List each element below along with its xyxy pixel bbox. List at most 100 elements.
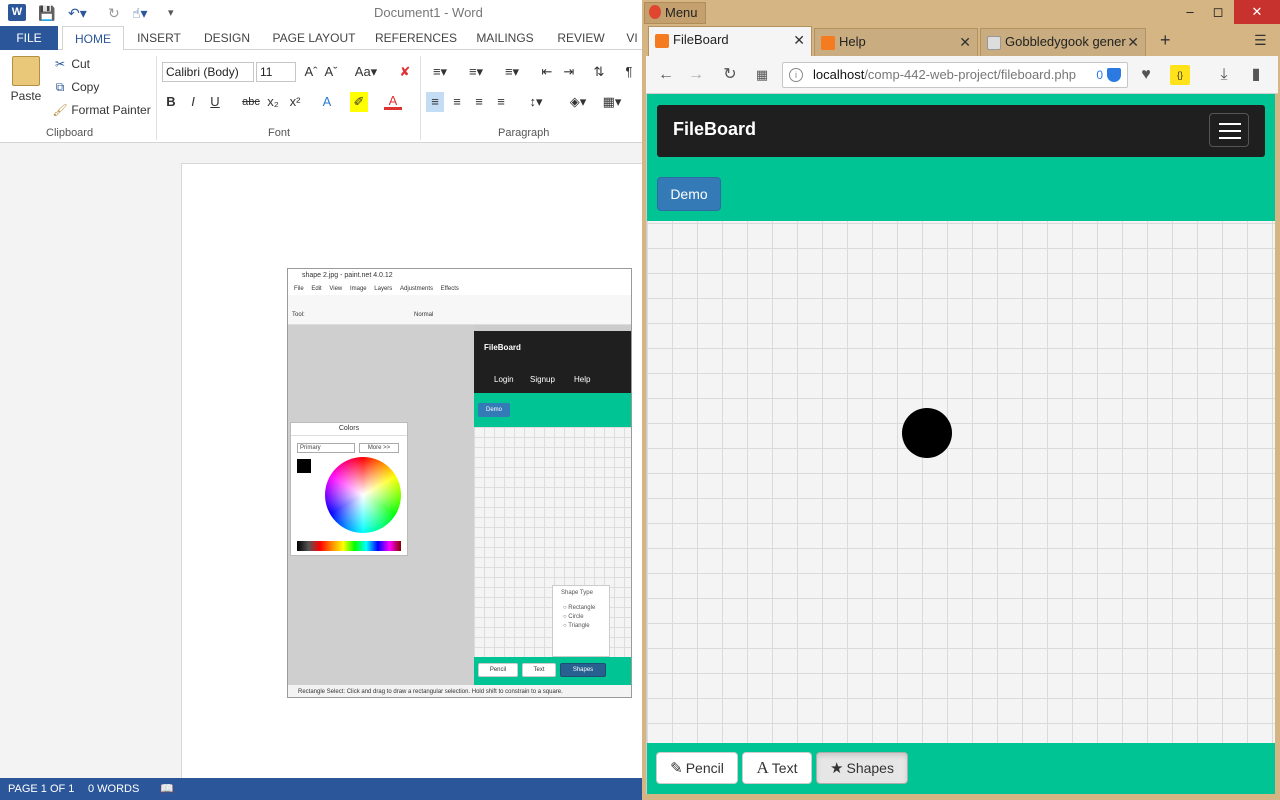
tab-references[interactable]: REFERENCES — [372, 26, 460, 50]
decrease-indent-icon[interactable]: ⇤ — [538, 62, 556, 82]
highlight-icon[interactable]: ✐ — [350, 92, 368, 112]
font-size-combo[interactable]: 11 — [256, 62, 296, 82]
numbering-icon[interactable]: ≡▾ — [464, 62, 488, 82]
justify-icon[interactable]: ≡ — [492, 92, 510, 112]
embedded-screenshot-image[interactable]: shape 2.jpg - paint.net 4.0.12 File Edit… — [287, 268, 632, 698]
shape-option: Rectangle — [568, 605, 596, 611]
undo-icon[interactable]: ↶▾ — [68, 3, 87, 23]
show-marks-icon[interactable]: ¶ — [620, 62, 638, 82]
font-color-icon[interactable]: A — [384, 92, 402, 110]
apps-grid-icon[interactable]: ▦ — [750, 63, 774, 87]
reload-icon[interactable]: ↻ — [718, 63, 742, 87]
paste-button[interactable]: Paste — [8, 56, 44, 116]
cut-button[interactable]: ✂ Cut — [52, 54, 90, 74]
word-count[interactable]: 0 WORDS — [88, 778, 139, 800]
tab-label: Help — [839, 34, 866, 49]
subscript-icon[interactable]: x₂ — [264, 92, 282, 112]
url-bar[interactable]: i localhost/comp-442-web-project/fileboa… — [782, 62, 1128, 88]
tab-gobbledygook[interactable]: Gobbledygook gener ✕ — [980, 28, 1146, 56]
forward-icon[interactable]: → — [684, 63, 708, 87]
text-effects-icon[interactable]: A — [318, 92, 336, 112]
tab-review[interactable]: REVIEW — [552, 26, 610, 50]
paragraph-group-label: Paragraph — [498, 127, 550, 139]
paintnet-tool-label: Tool: — [292, 312, 305, 318]
save-icon[interactable]: 💾 — [38, 3, 55, 23]
download-icon[interactable]: ⤓ — [1212, 63, 1236, 87]
paintnet-status: Rectangle Select: Click and drag to draw… — [288, 685, 631, 697]
embedded-footer: Pencil Text Shapes — [474, 657, 631, 685]
paste-label: Paste — [10, 89, 42, 103]
tool-footer: ✎ Pencil A Text ★ Shapes — [647, 743, 1275, 794]
proofing-icon[interactable]: 📖 — [160, 778, 174, 800]
underline-icon[interactable]: U — [206, 92, 224, 112]
shrink-font-icon[interactable]: Aˇ — [322, 62, 340, 82]
page-count[interactable]: PAGE 1 OF 1 — [8, 778, 74, 800]
shading-icon[interactable]: ◈▾ — [566, 92, 590, 112]
text-button[interactable]: A Text — [742, 752, 812, 784]
pencil-button[interactable]: ✎ Pencil — [656, 752, 738, 784]
embedded-brand: FileBoard — [484, 343, 521, 352]
maximize-icon[interactable]: ◻ — [1200, 0, 1236, 24]
fileboard-navbar: FileBoard — [657, 105, 1265, 157]
touch-mode-icon[interactable]: ☝▾ — [132, 3, 148, 23]
tab-insert[interactable]: INSERT — [132, 26, 186, 50]
tab-close-icon[interactable]: ✕ — [1127, 29, 1139, 55]
back-icon[interactable]: ← — [654, 63, 678, 87]
line-spacing-icon[interactable]: ↕▾ — [524, 92, 548, 112]
borders-icon[interactable]: ▦▾ — [600, 92, 624, 112]
tab-close-icon[interactable]: ✕ — [793, 27, 805, 53]
embedded-green-bar: Demo — [474, 393, 631, 427]
redo-icon[interactable]: ↻ — [108, 3, 120, 23]
paintnet-menu-item: Effects — [440, 286, 459, 292]
firefox-titlebar: Menu – ◻ ✕ — [642, 0, 1280, 26]
battery-icon[interactable]: ▮ — [1244, 63, 1268, 87]
multilevel-list-icon[interactable]: ≡▾ — [500, 62, 524, 82]
word-ribbon: Paste ✂ Cut ⧉ Copy 🖌 Format Painter Clip… — [0, 50, 642, 143]
tab-fileboard[interactable]: FileBoard ✕ — [648, 26, 812, 57]
increase-indent-icon[interactable]: ⇥ — [560, 62, 578, 82]
bold-icon[interactable]: B — [162, 92, 180, 112]
tab-list-icon[interactable]: ☰ — [1254, 32, 1267, 49]
superscript-icon[interactable]: x² — [286, 92, 304, 112]
embedded-pencil-button: Pencil — [478, 663, 518, 677]
shapes-button[interactable]: ★ Shapes — [816, 752, 908, 784]
hamburger-menu-icon[interactable] — [1209, 113, 1249, 147]
customize-qat-icon[interactable]: ▾ — [168, 3, 174, 23]
tab-home[interactable]: HOME — [62, 26, 124, 51]
scissors-icon: ✂ — [54, 57, 66, 71]
tab-help[interactable]: Help ✕ — [814, 28, 978, 56]
grow-font-icon[interactable]: Aˆ — [302, 62, 320, 82]
change-case-icon[interactable]: Aa▾ — [352, 62, 380, 82]
tab-file[interactable]: FILE — [0, 26, 58, 50]
format-painter-label: Format Painter — [71, 103, 151, 117]
align-center-icon[interactable]: ≡ — [448, 92, 466, 112]
sort-icon[interactable]: ⇅ — [590, 62, 608, 82]
copy-button[interactable]: ⧉ Copy — [52, 77, 100, 97]
align-right-icon[interactable]: ≡ — [470, 92, 488, 112]
demo-button[interactable]: Demo — [657, 177, 721, 211]
align-left-icon[interactable]: ≡ — [426, 92, 444, 112]
tab-close-icon[interactable]: ✕ — [959, 29, 971, 55]
clear-formatting-icon[interactable]: ✘ — [396, 62, 414, 82]
new-tab-icon[interactable]: + — [1160, 30, 1171, 51]
italic-icon[interactable]: I — [184, 92, 202, 112]
cut-label: Cut — [71, 57, 91, 71]
font-name-combo[interactable]: Calibri (Body) — [162, 62, 254, 82]
drawing-canvas[interactable] — [647, 221, 1275, 743]
fileboard-brand[interactable]: FileBoard — [673, 119, 756, 140]
url-path: /comp-442-web-project/fileboard.php — [864, 67, 1077, 82]
tab-page-layout[interactable]: PAGE LAYOUT — [268, 26, 360, 50]
bullets-icon[interactable]: ≡▾ — [428, 62, 452, 82]
tab-design[interactable]: DESIGN — [198, 26, 256, 50]
site-info-icon[interactable]: i — [789, 68, 803, 82]
shield-icon[interactable] — [1107, 68, 1121, 82]
colors-panel-title: Colors — [291, 423, 407, 436]
tab-mailings[interactable]: MAILINGS — [470, 26, 540, 50]
strikethrough-icon[interactable]: abc — [240, 92, 262, 112]
format-painter-button[interactable]: 🖌 Format Painter — [52, 100, 151, 120]
heart-icon[interactable]: ♥ — [1134, 63, 1158, 87]
firefox-menu-button[interactable]: Menu — [644, 2, 706, 24]
dom-extension-icon[interactable]: {} — [1170, 65, 1190, 85]
tab-view[interactable]: VI — [622, 26, 642, 50]
close-icon[interactable]: ✕ — [1234, 0, 1280, 24]
